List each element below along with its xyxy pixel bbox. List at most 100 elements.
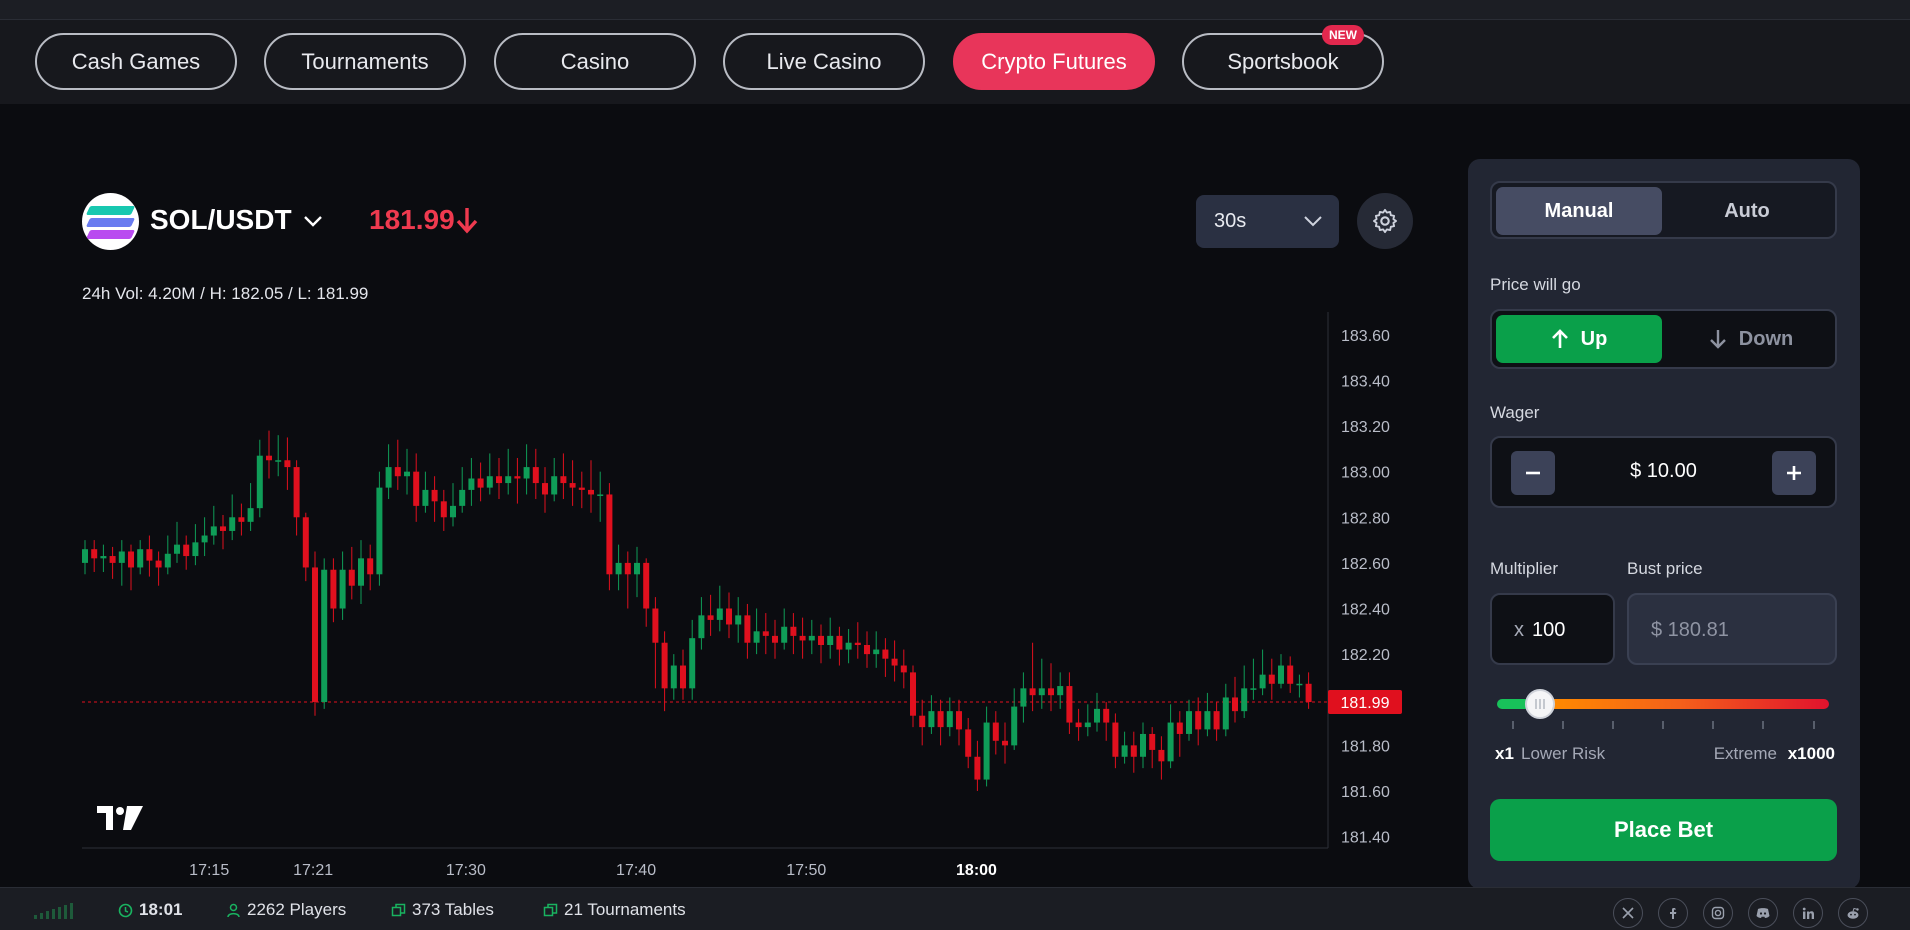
candle-body xyxy=(348,569,355,586)
candle-body xyxy=(1204,711,1211,730)
price-tick-label: 182.60 xyxy=(1341,556,1390,573)
instagram-icon[interactable] xyxy=(1703,898,1733,928)
facebook-icon[interactable] xyxy=(1658,898,1688,928)
price-chart[interactable]: 183.60 183.40 183.20 183.00 182.80 182.60 182.… xyxy=(0,300,1440,890)
x-icon[interactable] xyxy=(1613,898,1643,928)
tab-cash-games[interactable]: Cash Games xyxy=(35,33,237,90)
tab-sportsbook[interactable]: Sportsbook NEW xyxy=(1182,25,1384,90)
candle-body xyxy=(864,645,870,655)
solana-logo-icon[interactable] xyxy=(82,193,139,250)
candle-body xyxy=(1222,697,1229,730)
candle-body xyxy=(385,467,392,488)
auto-tab[interactable]: Auto xyxy=(1664,187,1830,235)
candle-body xyxy=(827,635,834,646)
direction-label: Price will go xyxy=(1490,275,1581,294)
candle-body xyxy=(468,478,475,490)
discord-icon[interactable] xyxy=(1748,898,1778,928)
down-label: Down xyxy=(1738,327,1794,350)
clock-status: 18:01 xyxy=(118,900,182,920)
new-badge: NEW xyxy=(1322,25,1364,45)
candle-body xyxy=(174,544,180,554)
candle-body xyxy=(192,542,199,557)
candle-body xyxy=(965,729,972,757)
manual-tab[interactable]: Manual xyxy=(1496,187,1662,235)
candle-body xyxy=(799,635,806,641)
candle-body xyxy=(431,489,438,502)
candle-body xyxy=(698,615,705,639)
candle-body xyxy=(1186,711,1192,734)
chevron-down-icon[interactable] xyxy=(302,210,324,232)
candle-body xyxy=(882,649,889,659)
candle-body xyxy=(1130,745,1137,757)
candle-body xyxy=(450,505,456,518)
multiplier-input[interactable]: x 100 xyxy=(1490,593,1615,665)
tab-label: Casino xyxy=(560,48,630,74)
candle-body xyxy=(1140,733,1146,757)
candle-body xyxy=(404,471,410,477)
candle-body xyxy=(312,567,318,703)
time-tick-label: 17:30 xyxy=(446,862,486,879)
candle-body xyxy=(1112,722,1119,757)
bust-price-value: $ 180.81 xyxy=(1651,619,1729,641)
candle-body xyxy=(1167,722,1174,762)
place-bet-button[interactable]: Place Bet xyxy=(1490,799,1837,861)
price-tick-label: 183.40 xyxy=(1341,373,1390,390)
candle-body xyxy=(1176,722,1183,734)
increase-wager-button[interactable] xyxy=(1772,451,1816,495)
candle-body xyxy=(293,467,300,518)
candle-body xyxy=(551,476,558,495)
price-tick-label: 183.60 xyxy=(1341,328,1390,345)
candle-body xyxy=(1213,711,1220,730)
price-tick-label: 181.80 xyxy=(1341,738,1390,755)
tournaments-icon xyxy=(543,903,558,916)
candle-body xyxy=(845,642,852,650)
candle-body xyxy=(1066,686,1073,723)
tab-casino[interactable]: Casino xyxy=(494,33,696,90)
candle-body xyxy=(707,615,714,620)
tables-status: 373 Tables xyxy=(391,900,494,920)
candle-body xyxy=(91,549,98,559)
players-count: 2262 Players xyxy=(247,900,347,919)
current-price-tag-label: 181.99 xyxy=(1341,695,1390,712)
candle-body xyxy=(256,455,263,509)
plus-icon xyxy=(1787,466,1801,480)
tab-label: Live Casino xyxy=(766,48,882,74)
tab-crypto-futures[interactable]: Crypto Futures xyxy=(953,33,1155,90)
candle-body xyxy=(992,722,999,741)
players-status: 2262 Players xyxy=(226,900,346,920)
candle-body xyxy=(523,467,530,479)
candle-body xyxy=(753,631,760,643)
candle-body xyxy=(716,608,723,620)
candle-body xyxy=(624,562,631,575)
timeframe-select[interactable]: 30s xyxy=(1196,195,1339,248)
up-button[interactable]: Up xyxy=(1496,315,1662,363)
candle-body xyxy=(726,608,732,625)
candle-body xyxy=(394,467,401,477)
candle-body xyxy=(1094,708,1100,723)
multiplier-value: 100 xyxy=(1532,619,1566,641)
arrow-down-icon xyxy=(456,208,478,234)
candle-body xyxy=(486,476,493,488)
reddit-icon[interactable] xyxy=(1838,898,1868,928)
tab-live-casino[interactable]: Live Casino xyxy=(723,33,925,90)
risk-slider-handle[interactable] xyxy=(1525,689,1555,719)
candle-body xyxy=(1149,733,1156,750)
candle-body xyxy=(560,476,567,484)
candle-body xyxy=(652,608,659,643)
grip-icon xyxy=(1535,699,1545,709)
decrease-wager-button[interactable] xyxy=(1511,451,1555,495)
candle-body xyxy=(569,483,576,488)
candle-body xyxy=(1020,688,1027,707)
risk-min-label: Lower Risk xyxy=(1521,744,1606,763)
linkedin-icon[interactable] xyxy=(1793,898,1823,928)
down-button[interactable]: Down xyxy=(1668,315,1834,363)
symbol-pair[interactable]: SOL/USDT xyxy=(150,204,292,236)
candle-body xyxy=(808,635,815,641)
chart-settings-button[interactable] xyxy=(1357,193,1413,249)
candle-body xyxy=(459,489,466,506)
tab-tournaments[interactable]: Tournaments xyxy=(264,33,466,90)
direction-toggle: Up Down xyxy=(1490,309,1837,369)
price-tick-label: 183.20 xyxy=(1341,419,1390,436)
candle-body xyxy=(661,642,668,689)
candle-body xyxy=(680,665,686,689)
